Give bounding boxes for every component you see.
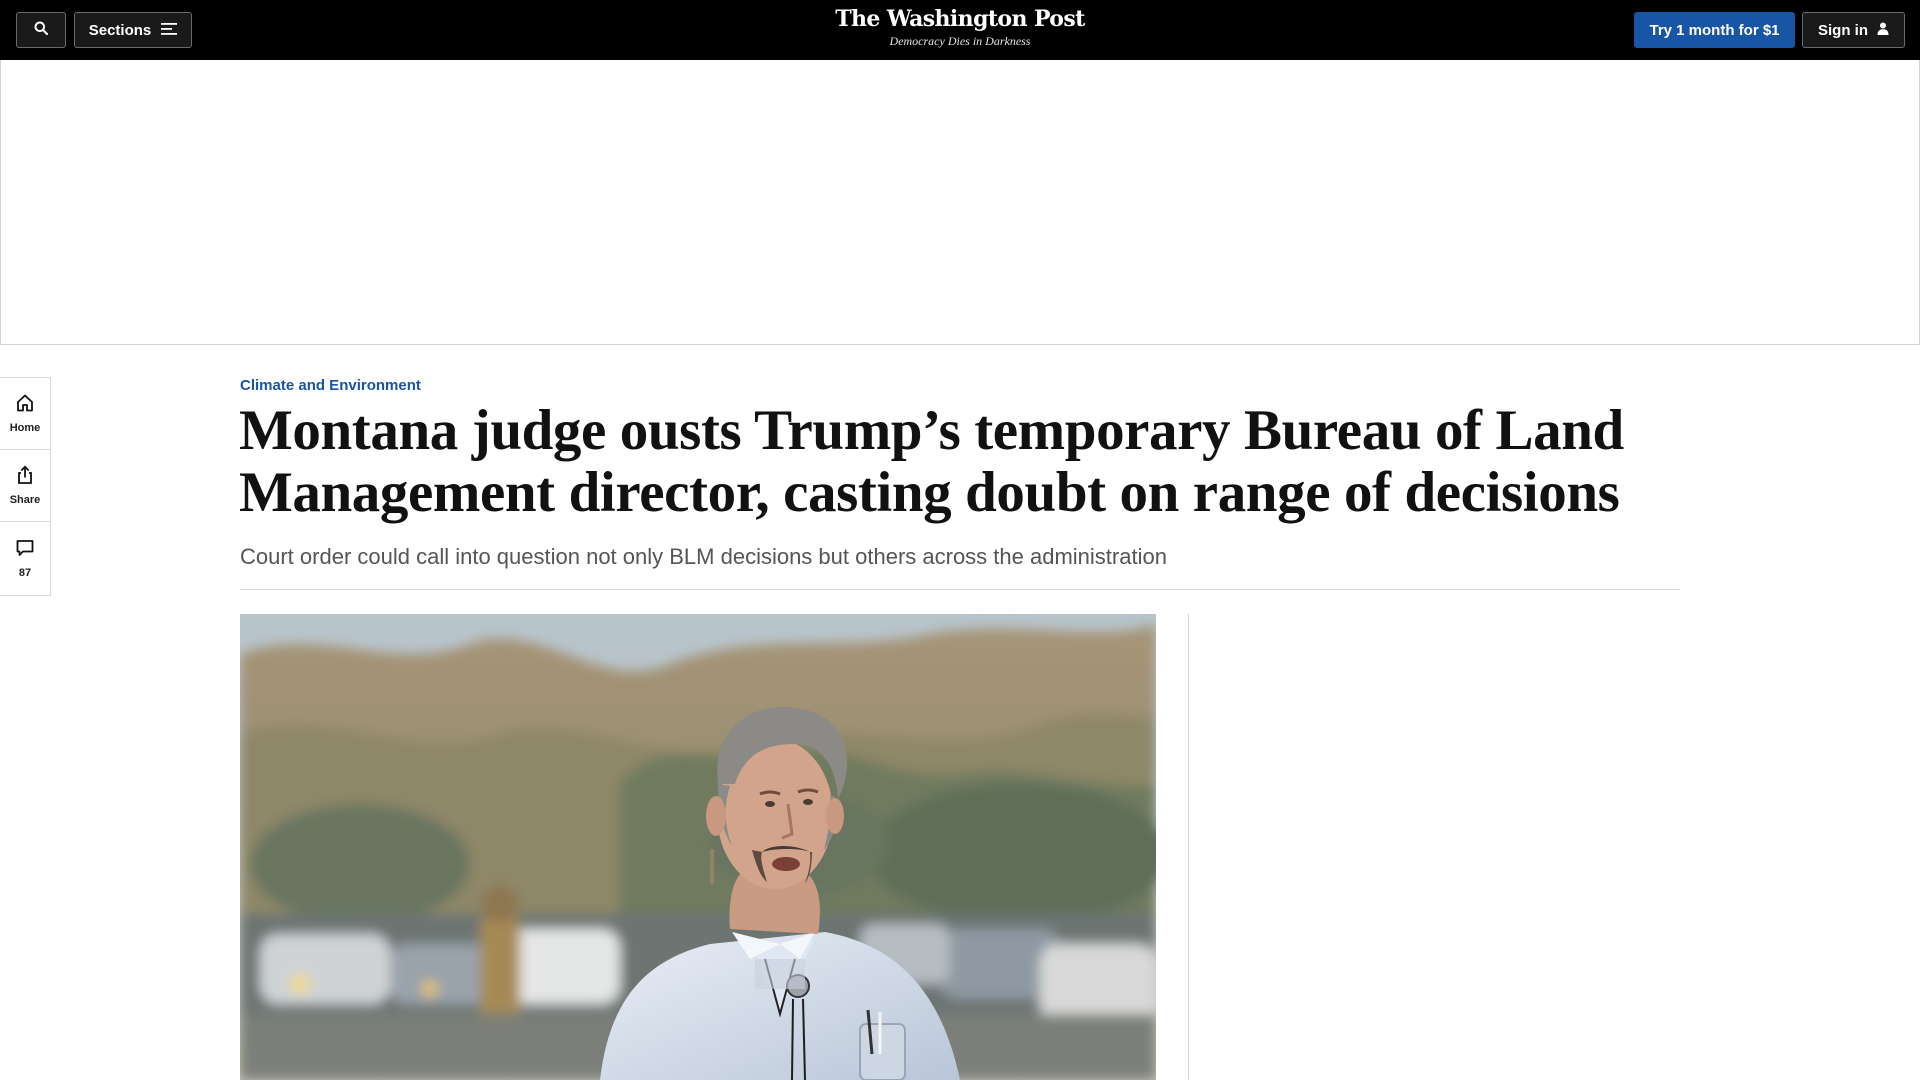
article-action-rail: Home Share 87 — [0, 377, 51, 596]
home-icon — [15, 393, 35, 418]
rail-home-button[interactable]: Home — [0, 378, 50, 450]
masthead: The Washington Post Democracy Dies in Da… — [0, 5, 1920, 48]
sign-in-label: Sign in — [1818, 21, 1868, 39]
subscribe-button[interactable]: Try 1 month for $1 — [1634, 12, 1795, 48]
lead-photo[interactable] — [240, 614, 1156, 1080]
section-kicker-link[interactable]: Climate and Environment — [240, 377, 421, 394]
sign-in-button[interactable]: Sign in — [1802, 12, 1905, 48]
top-navigation-bar: Sections The Washington Post Democracy D… — [0, 0, 1920, 60]
site-logo[interactable]: The Washington Post — [0, 5, 1920, 33]
site-tagline: Democracy Dies in Darkness — [889, 34, 1031, 48]
rail-comments-button[interactable]: 87 — [0, 522, 50, 595]
article-subheadline: Court order could call into question not… — [240, 544, 1167, 569]
user-icon — [1877, 22, 1889, 39]
rail-home-label: Home — [9, 422, 41, 434]
lead-photo-illustration — [240, 614, 1156, 1080]
header-divider — [240, 589, 1680, 590]
rail-share-button[interactable]: Share — [0, 450, 50, 522]
comments-count: 87 — [18, 567, 32, 579]
comment-icon — [15, 538, 35, 563]
rail-share-label: Share — [9, 494, 41, 506]
advertisement-slot — [0, 60, 1920, 345]
article-headline: Montana judge ousts Trump’s temporary Bu… — [239, 399, 1624, 524]
share-icon — [15, 465, 35, 490]
column-divider — [1188, 614, 1189, 1080]
